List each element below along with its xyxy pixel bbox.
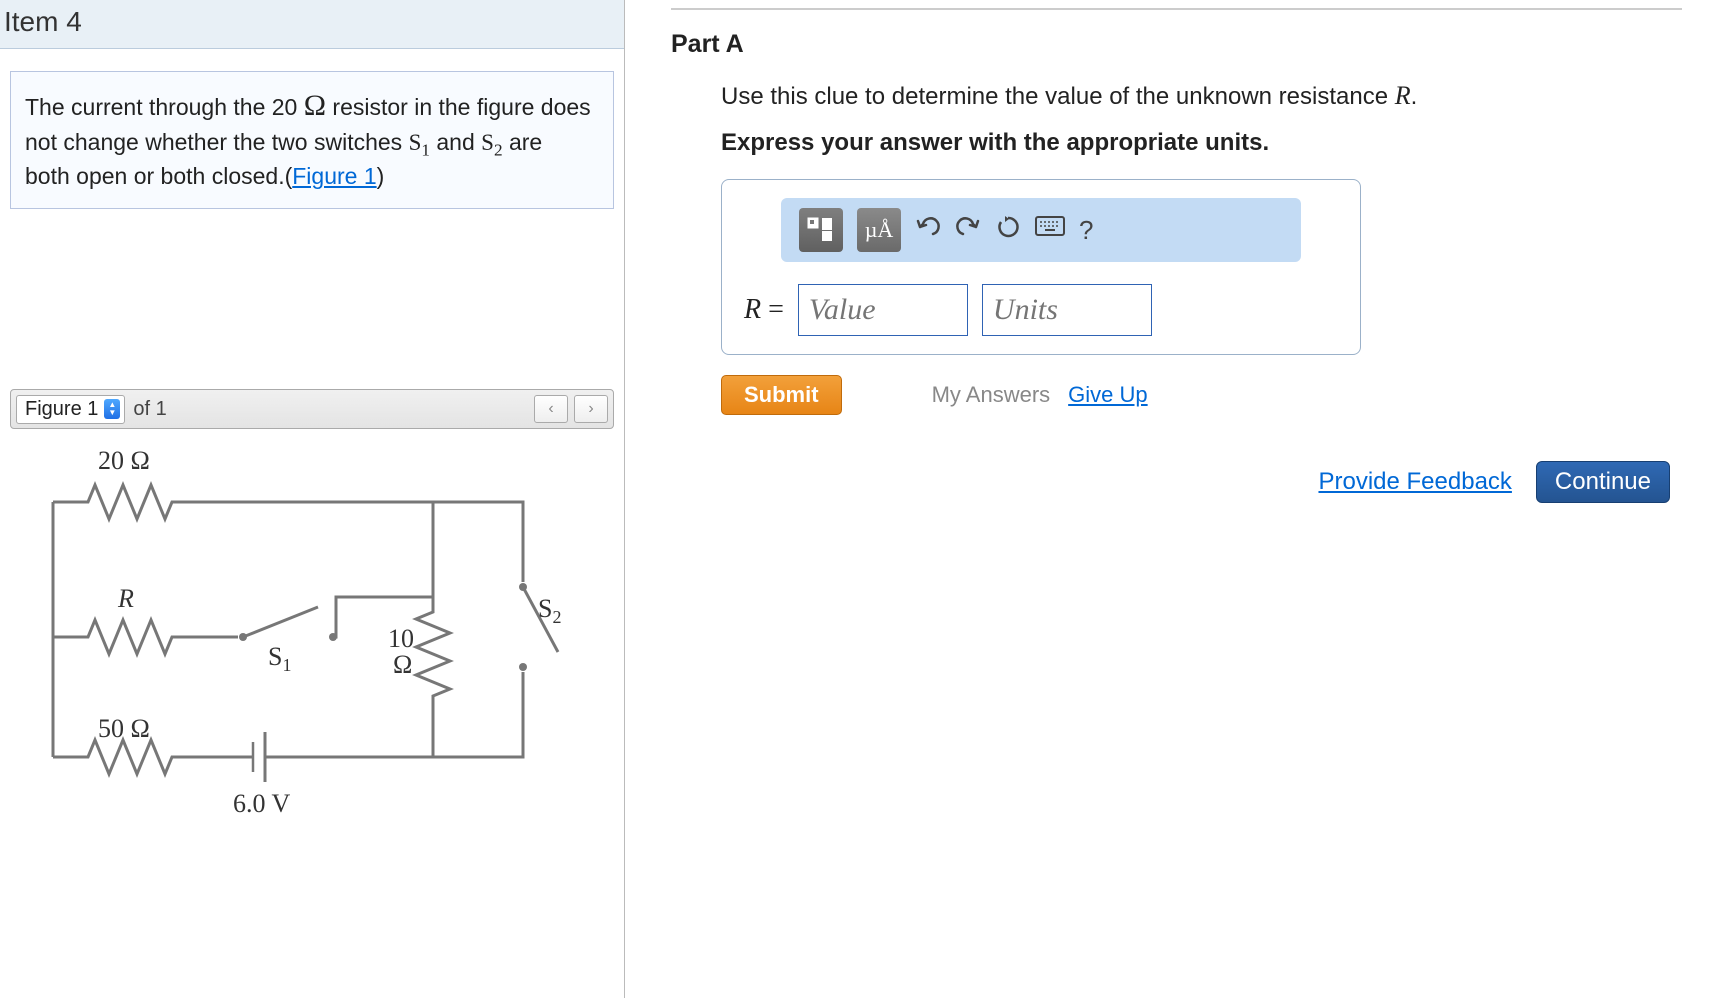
figure-next-button[interactable]: › [574,395,608,423]
var-s1: S1 [409,130,430,155]
part-a-title: Part A [671,30,1682,59]
label-10unit: Ω [393,650,412,679]
figure-select-label: Figure 1 [25,398,98,421]
label-10: 10 [388,624,414,653]
help-button[interactable]: ? [1079,215,1093,246]
right-panel: Part A Use this clue to determine the va… [625,0,1712,998]
units-label: µÅ [865,217,894,243]
figure-toolbar: Figure 1 ▲▼ of 1 ‹ › [10,389,614,429]
give-up-link[interactable]: Give Up [1068,382,1147,408]
units-instruction: Express your answer with the appropriate… [721,129,1682,157]
instruction-main: Use this clue to determine the value of … [721,83,1395,110]
template-button[interactable] [799,208,843,252]
prompt-text: are [503,129,543,155]
continue-button[interactable]: Continue [1536,461,1670,503]
left-panel: Item 4 The current through the 20 Ω resi… [0,0,625,998]
equation-toolbar: µÅ ? [781,198,1301,262]
reset-button[interactable] [995,214,1021,246]
problem-statement: The current through the 20 Ω resistor in… [10,71,614,209]
prompt-text: and [430,129,481,155]
value-input[interactable] [798,284,968,336]
figure-link[interactable]: Figure 1 [292,163,376,189]
label-20ohm: 20 Ω [98,447,150,475]
var-R: R [1395,81,1411,110]
omega-icon: Ω [304,89,326,122]
provide-feedback-link[interactable]: Provide Feedback [1318,468,1511,496]
instruction-text: Use this clue to determine the value of … [721,81,1682,111]
figure-1-circuit: .wire { stroke:#777; stroke-width:3; fil… [18,447,612,873]
figure-select[interactable]: Figure 1 ▲▼ [16,395,125,424]
period: . [1411,83,1418,110]
undo-button[interactable] [915,214,941,246]
my-answers-link[interactable]: My Answers [932,382,1051,408]
var-s2: S2 [481,130,502,155]
label-volt: 6.0 V [233,789,291,818]
label-R: R [117,584,134,613]
answer-variable: R = [744,294,784,326]
equation-row: R = [722,284,1360,336]
label-S2: S2 [538,594,561,627]
keyboard-button[interactable] [1035,216,1065,244]
figure-count: of 1 [133,398,166,421]
item-title: Item 4 [0,0,624,49]
prompt-text: ) [377,163,385,189]
figure-prev-button[interactable]: ‹ [534,395,568,423]
submit-button[interactable]: Submit [721,375,842,415]
prompt-text: resistor in the figure does [326,94,591,120]
submit-row: Submit My Answers Give Up [721,375,1682,415]
feedback-row: Provide Feedback Continue [671,461,1670,503]
divider [671,8,1682,10]
units-button[interactable]: µÅ [857,208,901,252]
updown-icon: ▲▼ [104,399,120,419]
redo-button[interactable] [955,214,981,246]
answer-box: µÅ ? R = [721,179,1361,355]
units-input[interactable] [982,284,1152,336]
label-S1: S1 [268,642,291,675]
prompt-text: both open or both closed.( [25,163,292,189]
prompt-text: not change whether the two switches [25,129,409,155]
prompt-text: The current through the 20 [25,94,304,120]
